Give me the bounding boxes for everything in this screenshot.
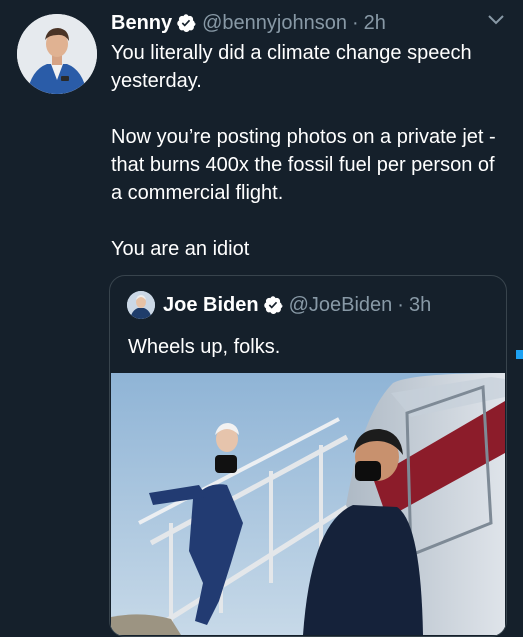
quoted-author-handle[interactable]: @JoeBiden [289,294,393,317]
author-handle[interactable]: @bennyjohnson [202,12,347,35]
quoted-tweet-photo[interactable] [111,373,505,635]
author-name[interactable]: Benny [111,12,172,35]
verified-badge-icon [263,296,283,314]
tweet-paragraph: You literally did a climate change speec… [111,42,472,92]
verified-badge-icon [177,14,196,32]
quoted-author-name[interactable]: Joe Biden [163,294,259,317]
quoted-tweet[interactable]: Joe Biden @JoeBiden · 3h Wheels up, folk… [109,275,507,637]
tweet-paragraph: Now you’re posting photos on a private j… [111,126,496,204]
chevron-down-icon[interactable] [487,14,505,26]
tweet-header: Benny @bennyjohnson · 2h [111,9,509,37]
tweet-paragraph: You are an idiot [111,238,250,260]
tweet-timestamp[interactable]: 2h [364,12,386,35]
quoted-avatar [127,291,155,319]
scroll-indicator [516,350,523,359]
tweet[interactable]: Benny @bennyjohnson · 2h You literally d… [0,0,523,637]
quoted-avatar-image [127,291,155,319]
quoted-tweet-header: Joe Biden @JoeBiden · 3h [127,291,498,319]
quoted-tweet-timestamp[interactable]: 3h [409,294,431,317]
separator-dot: · [397,293,404,316]
quoted-tweet-text: Wheels up, folks. [128,336,281,358]
avatar[interactable] [17,14,97,94]
separator-dot: · [351,11,359,34]
airplane-boarding-photo [111,373,505,635]
tweet-text: You literally did a climate change speec… [111,39,511,291]
avatar-image [17,14,97,94]
